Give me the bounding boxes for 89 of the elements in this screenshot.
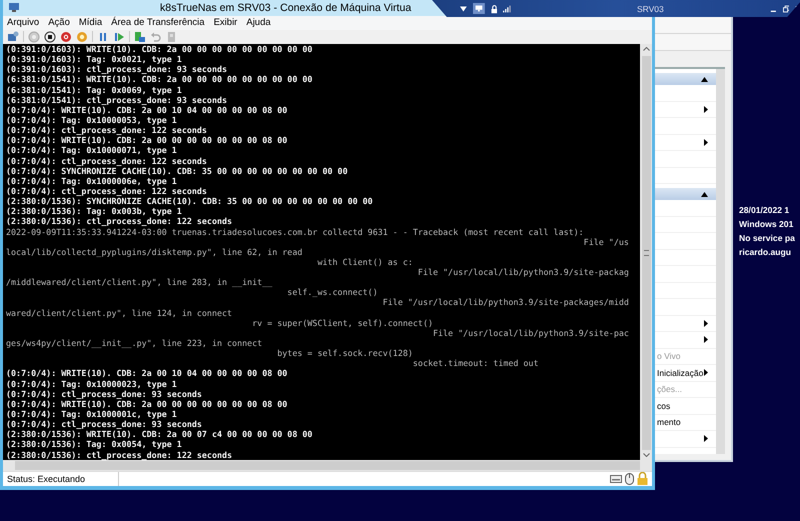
console-line: bytes = self.sock.recv(128) [276,348,414,358]
console-line: (6:381:0/1541): WRITE(10). CDB: 2a 00 00 00 00 00 00 00 00 00 [6,74,314,85]
pause-icon[interactable] [97,30,109,43]
console-line: (0:7:0/4): Tag: 0x10000023, type 1 [6,378,178,389]
scroll-down-icon[interactable] [642,452,650,457]
keys-icon[interactable] [7,30,19,43]
power-icon[interactable] [60,30,72,43]
play-icon[interactable] [113,30,125,43]
desktop-info-text: ricardo.augu [739,246,792,259]
horizontal-scrollbar[interactable] [3,460,652,471]
console-line: File "/usr/local/lib/python3.9/site-packag [416,267,630,278]
console-line: (0:7:0/4): Tag: 0x1000001c, type 1 [6,409,178,420]
submenu-arrow-icon [704,106,708,113]
collapse-icon[interactable] [701,76,708,82]
console-line: File "/us [582,236,630,247]
section-header[interactable] [655,73,716,85]
mouse-icon [625,472,634,485]
pin-icon[interactable] [460,6,467,12]
submenu-arrow-icon [704,435,708,442]
window-title: k8sTrueNas em SRV03 - Conexão de Máquina Virtua [160,2,412,14]
console-line: with Client() as c: [316,256,414,268]
action-item[interactable]: Inicialização [655,368,704,378]
console-line: (0:7:0/4): WRITE(10). CDB: 2a 00 00 00 00 00 00 00 08 00 [6,135,288,146]
console-line: 2022-09-09T11:35:33.941224-03:00 truenas.triadesolucoes.com.br collectd 9631 - - Traceback (most recent call last): [6,226,585,237]
submenu-arrow-icon [704,138,708,146]
console-line: /middlewared/client/client.py", line 283, in __init__ [6,277,274,288]
console-line: (0:7:0/4): ctl_process_done: 93 seconds [6,388,203,399]
collapse-icon[interactable] [701,192,708,196]
console-line: (2:380:0/1536): SYNCHRONIZE CACHE(10). CDB: 35 00 00 00 00 00 00 00 00 00 [6,196,374,206]
console-line: (2:380:0/1536): Tag: 0x0054, type 1 [6,439,183,450]
console-line: (0:7:0/4): Tag: 0x10000053, type 1 [6,114,178,126]
restore-icon[interactable] [782,4,790,12]
console-line: (0:391:0/1603): WRITE(10). CDB: 2a 00 00 00 00 00 00 00 00 00 [6,44,314,54]
keyboard-icon [610,473,622,484]
console-line: socket.timeout: timed out [412,358,540,368]
console-line: (2:380:0/1536): Tag: 0x003b, type 1 [6,206,183,216]
console-line: (0:7:0/4): WRITE(10). CDB: 2a 00 10 04 00 00 00 00 08 00 [6,104,288,115]
console-line: (0:7:0/4): ctl_process_done: 93 seconds [6,419,203,430]
monitor-icon [8,2,20,14]
signal-icon [503,4,511,12]
console-line: (0:7:0/4): Tag: 0x1000006e, type 1 [6,176,178,186]
console-line: (0:7:0/4): WRITE(10). CDB: 2a 00 00 00 00 00 00 00 08 00 [6,398,288,410]
console-line: self._ws.connect() [286,287,379,298]
menu-item[interactable]: Mídia [78,17,102,28]
console-line: (2:380:0/1536): ctl_process_done: 122 seconds [6,216,234,226]
session-icon[interactable] [166,30,178,43]
console-line: (6:381:0/1541): ctl_process_done: 93 seconds [6,94,228,105]
desktop-info-text: 28/01/2022 1 [739,204,790,217]
scroll-up-icon[interactable] [642,46,650,51]
stop-icon[interactable] [44,30,56,43]
action-item[interactable]: cos [655,400,670,411]
console-line: (2:380:0/1536): ctl_process_done: 122 seconds [6,450,234,460]
console-line: (2:380:0/1536): WRITE(10). CDB: 2a 00 07 c4 00 00 00 00 08 00 [6,429,314,440]
console-line: (0:391:0/1603): ctl_process_done: 93 seconds [6,64,228,74]
console-line: (0:7:0/4): WRITE(10). CDB: 2a 00 10 04 00 00 00 00 08 00 [6,368,288,379]
console-line: (0:7:0/4): ctl_process_done: 122 seconds [6,125,208,136]
action-item[interactable]: mento [655,417,681,428]
lock-icon[interactable] [490,4,498,14]
console-line: (0:7:0/4): SYNCHRONIZE CACHE(10). CDB: 35 00 00 00 00 00 00 00 00 00 [6,166,349,176]
console-line: (0:391:0/1603): Tag: 0x0021, type 1 [6,54,183,64]
console-line: (0:7:0/4): Tag: 0x10000071, type 1 [6,145,178,156]
submenu-arrow-icon [704,320,708,327]
menu-item[interactable]: Ajuda [246,17,271,28]
lock-icon [637,472,648,486]
menu-item[interactable]: Área de Transferência [111,17,205,28]
vertical-scrollbar[interactable] [640,44,652,460]
checkpoint-icon[interactable] [134,30,146,43]
console-line: (6:381:0/1541): Tag: 0x0069, type 1 [6,84,183,95]
submenu-arrow-icon [704,336,708,344]
submenu-arrow-icon [704,369,708,376]
undo-icon[interactable] [150,30,162,43]
console-line: rv = super(WSClient, self).connect() [251,318,434,328]
menu-item[interactable]: Arquivo [7,17,40,28]
console-line: local/lib/collectd_pyplugins/disktemp.py", line 62, in read [6,246,304,257]
monitor-icon[interactable] [472,2,485,15]
menu-item[interactable]: Exibir [214,17,238,28]
section-header[interactable] [655,188,716,200]
desktop-info-text: No service pa [739,232,795,245]
console-line: wared/client/client.py", line 124, in connect [6,308,234,318]
scrollbar[interactable] [716,69,725,454]
menu-item[interactable]: Ação [48,17,70,28]
host-name: SRV03 [636,4,664,14]
desktop-info-text: Windows 201 [739,218,794,231]
console-line: File "/usr/local/lib/python3.9/site-pac [432,328,630,338]
console-line: File "/usr/local/lib/python3.9/site-packages/midd [382,297,630,308]
console-line: (0:7:0/4): ctl_process_done: 122 seconds [6,156,208,166]
console-line: (0:7:0/4): ctl_process_done: 122 seconds [6,186,208,196]
console-line: ges/ws4py/client/__init__.py", line 223, in connect [6,338,264,348]
status-text: Status: Executando [7,474,86,484]
